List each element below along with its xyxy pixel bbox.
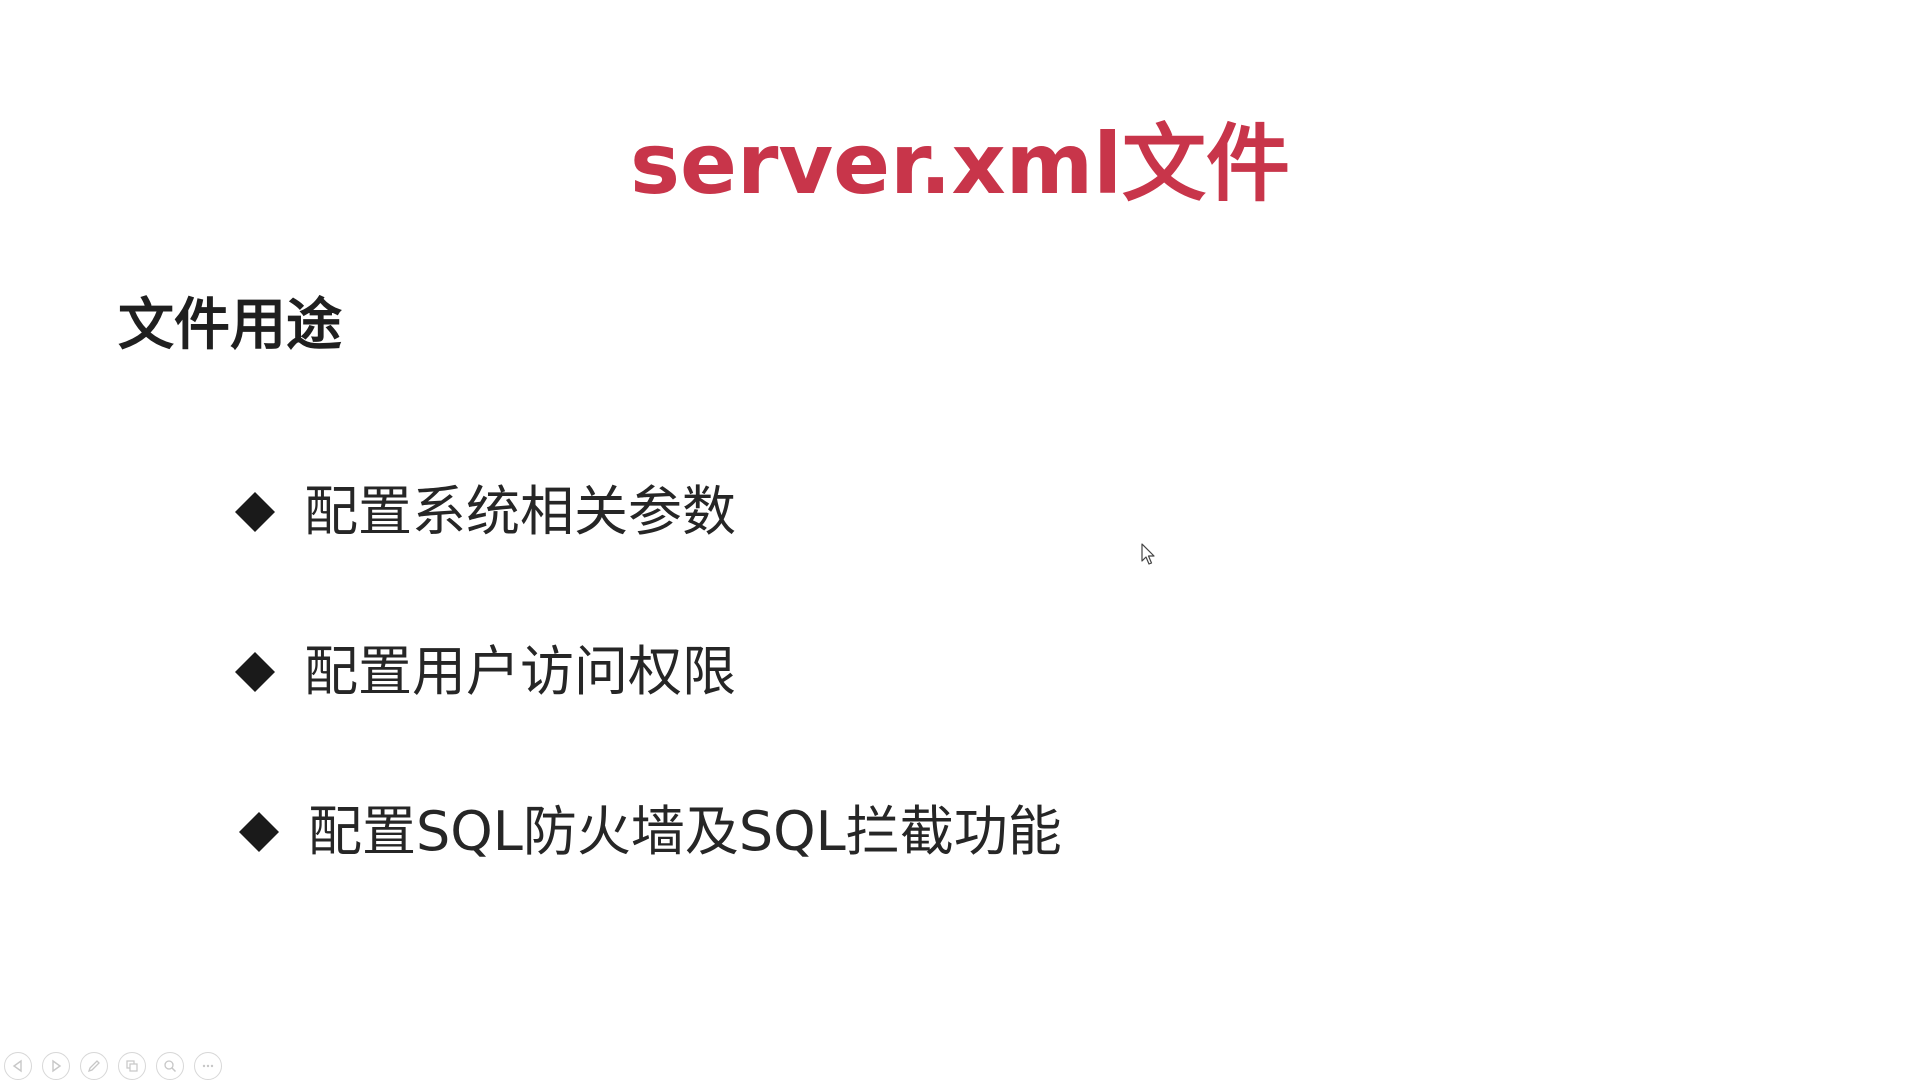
bullet-item: 配置用户访问权限: [234, 634, 736, 710]
diamond-bullet-icon: [234, 491, 276, 533]
zoom-icon: [163, 1059, 177, 1073]
see-all-slides-button[interactable]: [118, 1052, 146, 1080]
bullet-item: 配置系统相关参数: [234, 474, 736, 550]
more-icon: [201, 1059, 215, 1073]
pen-icon: [87, 1059, 101, 1073]
bullet-text: 配置系统相关参数: [304, 480, 736, 543]
presentation-slide: server.xml文件 文件用途 配置系统相关参数 配置用户访问权限 配置SQ…: [0, 0, 1920, 1080]
bullet-text: 配置用户访问权限: [304, 640, 736, 703]
more-options-button[interactable]: [194, 1052, 222, 1080]
previous-slide-button[interactable]: [4, 1052, 32, 1080]
slides-icon: [125, 1059, 139, 1073]
slide-title: server.xml文件: [630, 115, 1290, 213]
bullet-item: 配置SQL防火墙及SQL拦截功能: [238, 794, 1062, 870]
diamond-bullet-icon: [234, 651, 276, 693]
pen-tool-button[interactable]: [80, 1052, 108, 1080]
slideshow-toolbar: [4, 1052, 222, 1080]
section-heading: 文件用途: [118, 293, 342, 358]
next-icon: [49, 1059, 63, 1073]
diamond-bullet-icon: [238, 811, 280, 853]
zoom-button[interactable]: [156, 1052, 184, 1080]
next-slide-button[interactable]: [42, 1052, 70, 1080]
previous-icon: [11, 1059, 25, 1073]
mouse-cursor-icon: [1141, 543, 1157, 567]
bullet-text: 配置SQL防火墙及SQL拦截功能: [308, 800, 1062, 863]
